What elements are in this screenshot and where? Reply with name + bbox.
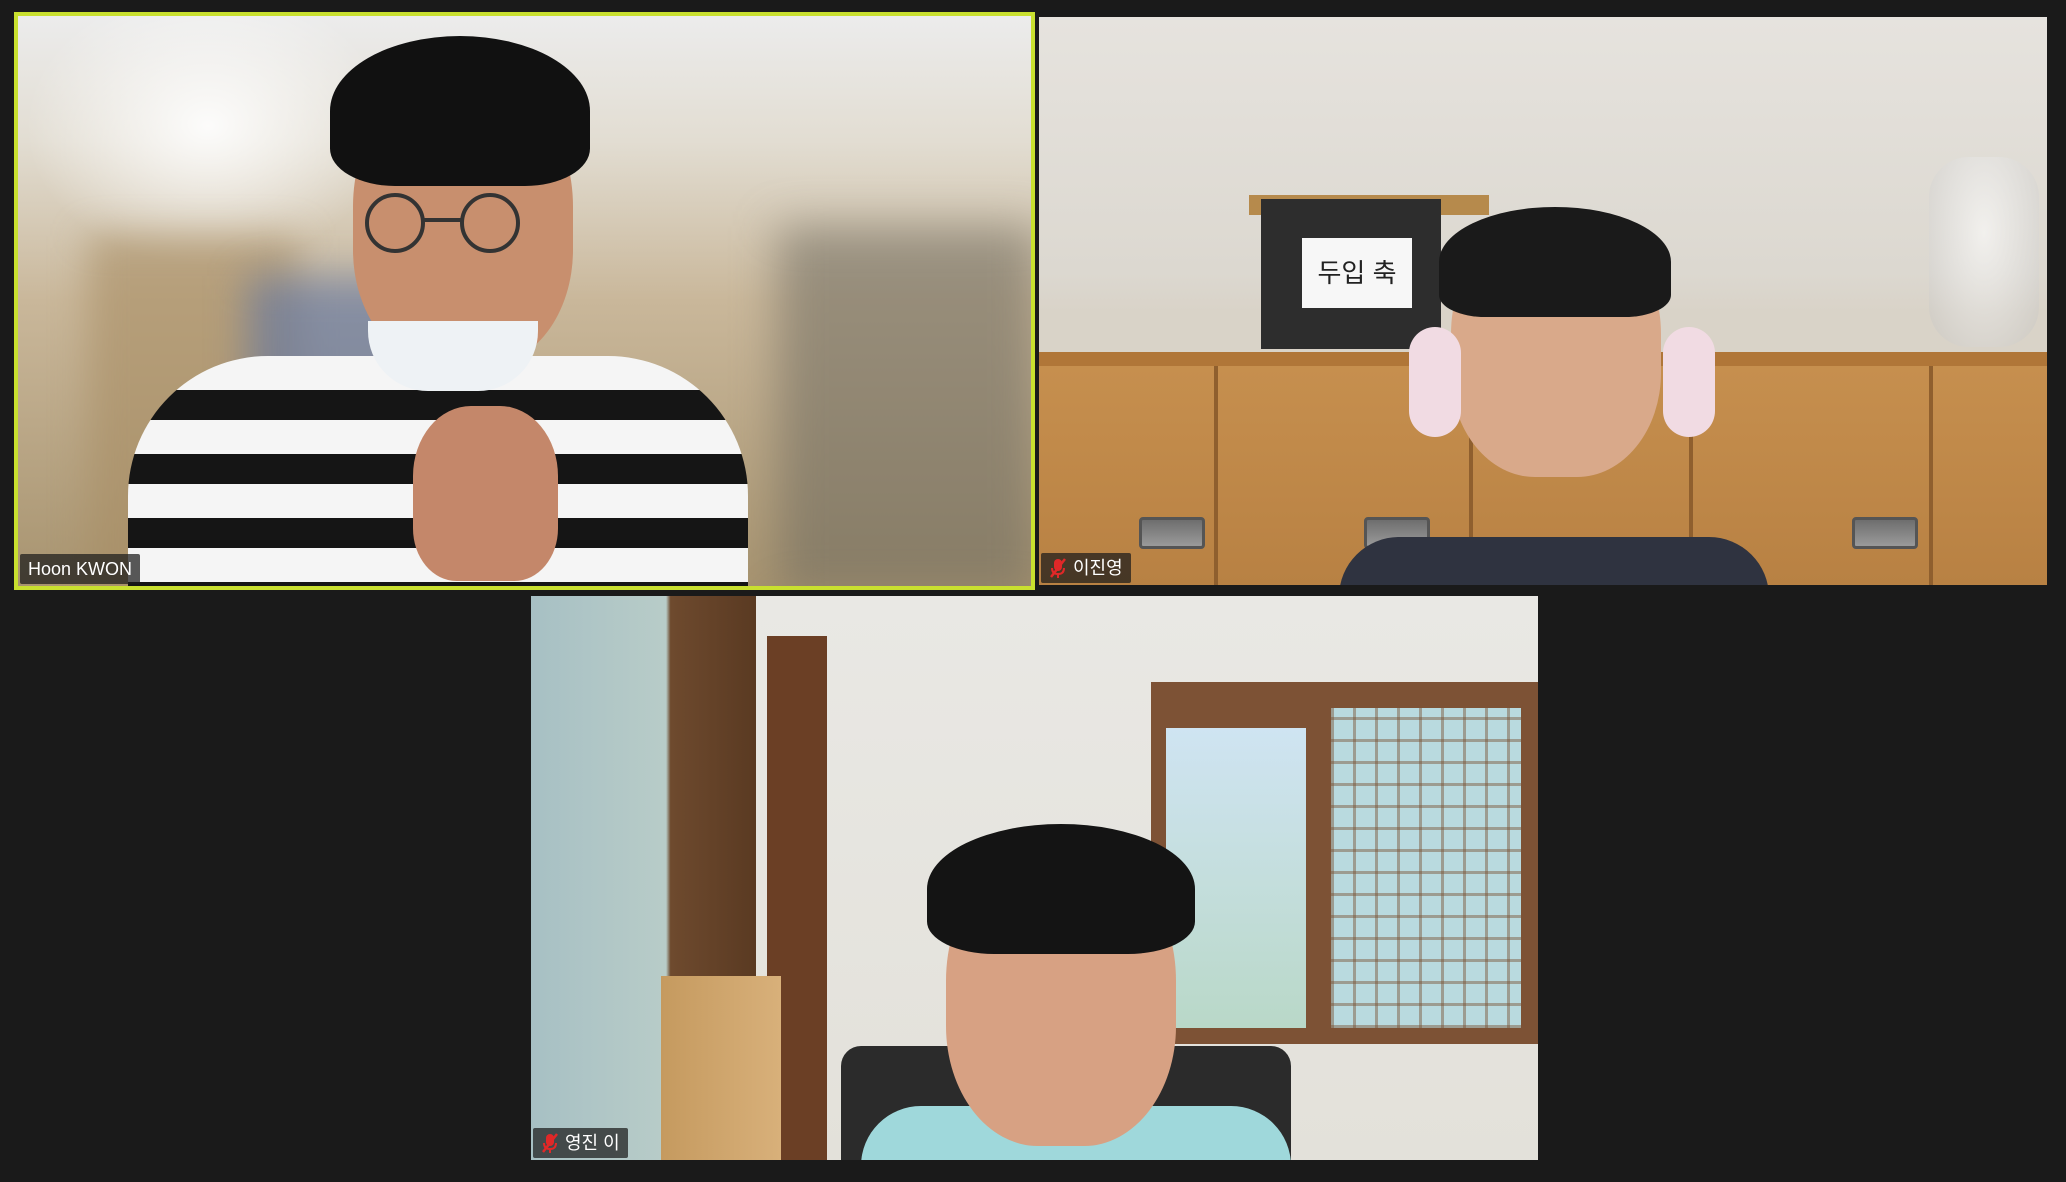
cabinet-handle	[1852, 517, 1918, 549]
wood-board	[661, 976, 781, 1160]
person-hair	[1439, 207, 1671, 317]
box-sign: 두입 축	[1302, 238, 1412, 308]
video-tile-participant-2[interactable]: 두입 축 이진영	[1039, 17, 2047, 585]
lattice-window	[1331, 708, 1521, 1028]
participant-name-tag: 영진 이	[533, 1128, 628, 1158]
video-feed: 두입 축	[1039, 17, 2047, 585]
glass-jar	[1929, 157, 2039, 347]
person-hair	[330, 36, 590, 186]
headphone-icon	[1663, 327, 1715, 437]
video-tile-participant-3[interactable]: 영진 이	[531, 596, 1538, 1160]
participant-name-tag: 이진영	[1041, 553, 1131, 583]
video-tile-hoon-kwon[interactable]: Hoon KWON	[14, 12, 1035, 590]
participant-name: Hoon KWON	[28, 559, 133, 579]
cabinet-handle	[1139, 517, 1205, 549]
headphone-icon	[1409, 327, 1461, 437]
glasses-icon	[365, 193, 520, 253]
participant-name: 영진 이	[565, 1133, 620, 1153]
mic-muted-icon	[1050, 558, 1066, 578]
video-feed	[531, 596, 1538, 1160]
person-hair	[927, 824, 1195, 954]
video-feed	[18, 16, 1031, 586]
person-hand	[413, 406, 558, 581]
person-body	[1339, 537, 1769, 585]
participant-name: 이진영	[1073, 558, 1123, 578]
participant-name-tag: Hoon KWON	[20, 554, 141, 584]
mic-muted-icon	[542, 1133, 558, 1153]
